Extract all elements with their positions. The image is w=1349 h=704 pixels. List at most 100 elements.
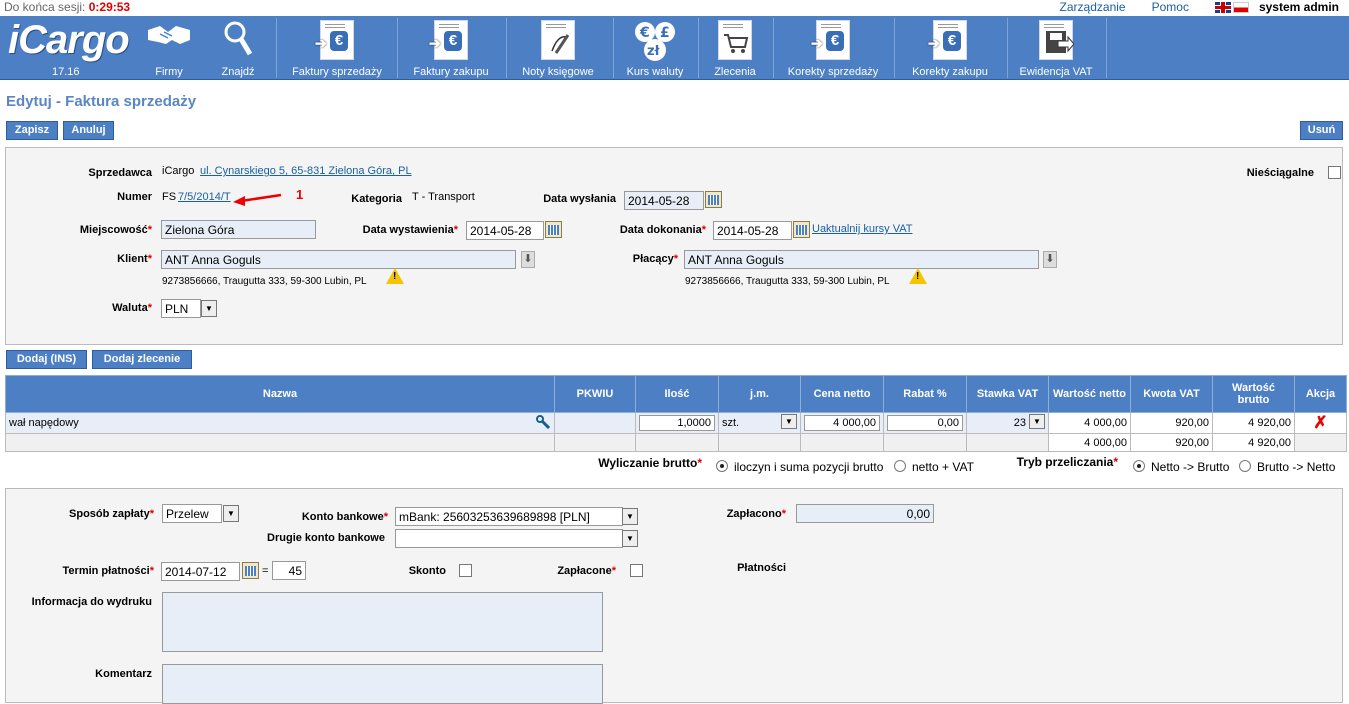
vat-register-icon [1039, 20, 1074, 60]
table-row: wał napędowy 1,0000 szt. ▼ 4 000,00 0,00 … [5, 412, 1347, 434]
number-label: Numer [117, 191, 152, 203]
gross-calc-radio-net-vat[interactable] [894, 460, 906, 472]
item-gross-value: 4 920,00 [1212, 412, 1295, 434]
add-order-button[interactable]: Dodaj zlecenie [92, 350, 192, 369]
chevron-down-icon[interactable]: ▼ [622, 530, 638, 547]
conversion-mode-label: Tryb przeliczania* [1016, 455, 1118, 469]
wrench-icon[interactable] [536, 415, 550, 429]
nav-accounting-notes[interactable]: Noty księgowe [510, 16, 606, 80]
handshake-icon [148, 26, 190, 44]
calendar-icon[interactable] [545, 221, 562, 238]
second-bank-account-select[interactable] [395, 529, 623, 548]
nav-separator [773, 18, 774, 78]
paid-amount-input[interactable]: 0,00 [796, 504, 934, 523]
download-arrow-icon[interactable]: ⬇ [1043, 251, 1057, 268]
issue-date-label: Data wystawienia* [362, 224, 458, 236]
col-header: Wartość brutto [1212, 375, 1295, 413]
comment-textarea[interactable] [162, 664, 603, 704]
pl-flag-icon[interactable] [1232, 1, 1249, 13]
chevron-down-icon[interactable]: ▼ [622, 508, 638, 525]
user-name: system admin [1258, 0, 1339, 14]
add-ins-button[interactable]: Dodaj (INS) [6, 350, 87, 369]
col-header: PKWIU [554, 375, 636, 413]
bank-account-select[interactable]: mBank: 25603253639689898 [PLN] [395, 507, 623, 526]
payment-method-select[interactable]: Przelew [162, 504, 222, 523]
magnifier-icon [224, 21, 253, 56]
logo[interactable]: iCargo 17.16 [6, 16, 130, 80]
col-header: Cena netto [800, 375, 884, 413]
seller-address-link[interactable]: ul. Cynarskiego 5, 65-831 Zielona Góra, … [200, 165, 412, 177]
bank-account-label: Konto bankowe* [301, 511, 388, 523]
col-header: Stawka VAT [966, 375, 1049, 413]
total-net-value: 4 000,00 [1048, 433, 1131, 452]
calendar-icon[interactable] [242, 562, 259, 579]
chevron-down-icon[interactable]: ▼ [201, 300, 217, 317]
app-version: 17.16 [52, 66, 80, 78]
chevron-down-icon[interactable]: ▼ [1029, 414, 1045, 429]
item-discount[interactable]: 0,00 [883, 412, 967, 434]
mode-radio-gross-net[interactable] [1239, 460, 1251, 472]
payer-input[interactable]: ANT Anna Goguls [684, 250, 1039, 269]
chevron-down-icon[interactable]: ▼ [223, 505, 239, 522]
print-info-textarea[interactable] [162, 592, 603, 652]
table-header-row: Nazwa PKWIU Ilość j.m. Cena netto Rabat … [5, 375, 1347, 413]
second-bank-account-label: Drugie konto bankowe [267, 532, 385, 544]
calendar-icon[interactable] [705, 191, 722, 208]
paid-amount-label: Zapłacono* [726, 508, 786, 520]
number-link[interactable]: 7/5/2014/T [178, 191, 231, 203]
uncollectible-checkbox[interactable] [1328, 166, 1341, 179]
nav-companies[interactable]: Firmy [140, 16, 198, 80]
item-net-price[interactable]: 4 000,00 [800, 412, 884, 434]
item-vat-rate[interactable]: 23 ▼ [966, 412, 1049, 434]
cancel-button[interactable]: Anuluj [63, 121, 114, 140]
paid-checkbox[interactable] [630, 564, 643, 577]
mode-radio-net-gross[interactable] [1133, 460, 1145, 472]
payments-label: Płatności [737, 562, 786, 574]
help-link[interactable]: Pomoc [1152, 0, 1189, 14]
nav-sales-corrections[interactable]: € ➔ Korekty sprzedaży [778, 16, 888, 80]
discount-checkbox[interactable] [459, 564, 472, 577]
send-date-input[interactable]: 2014-05-28 [624, 191, 704, 210]
due-date-input[interactable]: 2014-07-12 [161, 562, 240, 581]
item-pkwiu[interactable] [554, 412, 636, 434]
chevron-down-icon[interactable]: ▼ [781, 414, 797, 429]
nav-purchase-corrections[interactable]: € ➔ Korekty zakupu [900, 16, 1000, 80]
gross-calc-radio-product[interactable] [716, 460, 728, 472]
svg-text:€: € [639, 25, 650, 41]
client-input[interactable]: ANT Anna Goguls [161, 250, 516, 269]
download-arrow-icon[interactable]: ⬇ [521, 251, 535, 268]
col-header: Kwota VAT [1130, 375, 1213, 413]
uk-flag-icon[interactable] [1214, 1, 1231, 13]
update-vat-rates-link[interactable]: Uaktualnij kursy VAT [812, 223, 912, 235]
nav-sales-invoices[interactable]: € ➔ Faktury sprzedaży [282, 16, 392, 80]
nav-search[interactable]: Znajdź [210, 16, 266, 80]
item-qty[interactable]: 1,0000 [635, 412, 719, 434]
calendar-icon[interactable] [793, 221, 810, 238]
number-prefix: FS [162, 191, 177, 203]
nav-exchange-rates[interactable]: € £ zł Kurs waluty [616, 16, 694, 80]
delete-button[interactable]: Usuń [1300, 121, 1343, 140]
top-links: Zarządzanie Pomoc system admin [1060, 0, 1339, 14]
main-navbar: iCargo 17.16 Firmy Znajdź € ➔ Faktury spr… [0, 16, 1349, 80]
nav-label: Kurs waluty [626, 66, 684, 78]
col-header: Rabat % [883, 375, 967, 413]
payment-method-label: Sposób zapłaty* [69, 508, 154, 520]
nav-orders[interactable]: Zlecenia [702, 16, 768, 80]
nav-purchase-invoices[interactable]: € ➔ Faktury zakupu [402, 16, 500, 80]
purchase-invoice-icon: € ➔ [429, 20, 468, 60]
nav-separator [276, 18, 277, 78]
item-name-cell[interactable]: wał napędowy [5, 412, 555, 434]
nav-vat-register[interactable]: Ewidencja VAT [1010, 16, 1102, 80]
issue-date-input[interactable]: 2014-05-28 [466, 221, 544, 240]
item-unit[interactable]: szt. ▼ [718, 412, 801, 434]
save-button[interactable]: Zapisz [6, 121, 58, 140]
due-days-input[interactable]: 45 [272, 561, 306, 580]
exec-date-input[interactable]: 2014-05-28 [713, 221, 792, 240]
comment-label: Komentarz [95, 668, 152, 680]
currency-select[interactable]: PLN [161, 299, 201, 318]
management-link[interactable]: Zarządzanie [1060, 0, 1126, 14]
purchase-correction-icon: € ➔ [928, 20, 967, 60]
delete-row-icon[interactable]: ✗ [1294, 412, 1347, 434]
city-input[interactable]: Zielona Góra [161, 220, 316, 239]
nav-label: Faktury sprzedaży [292, 66, 382, 78]
